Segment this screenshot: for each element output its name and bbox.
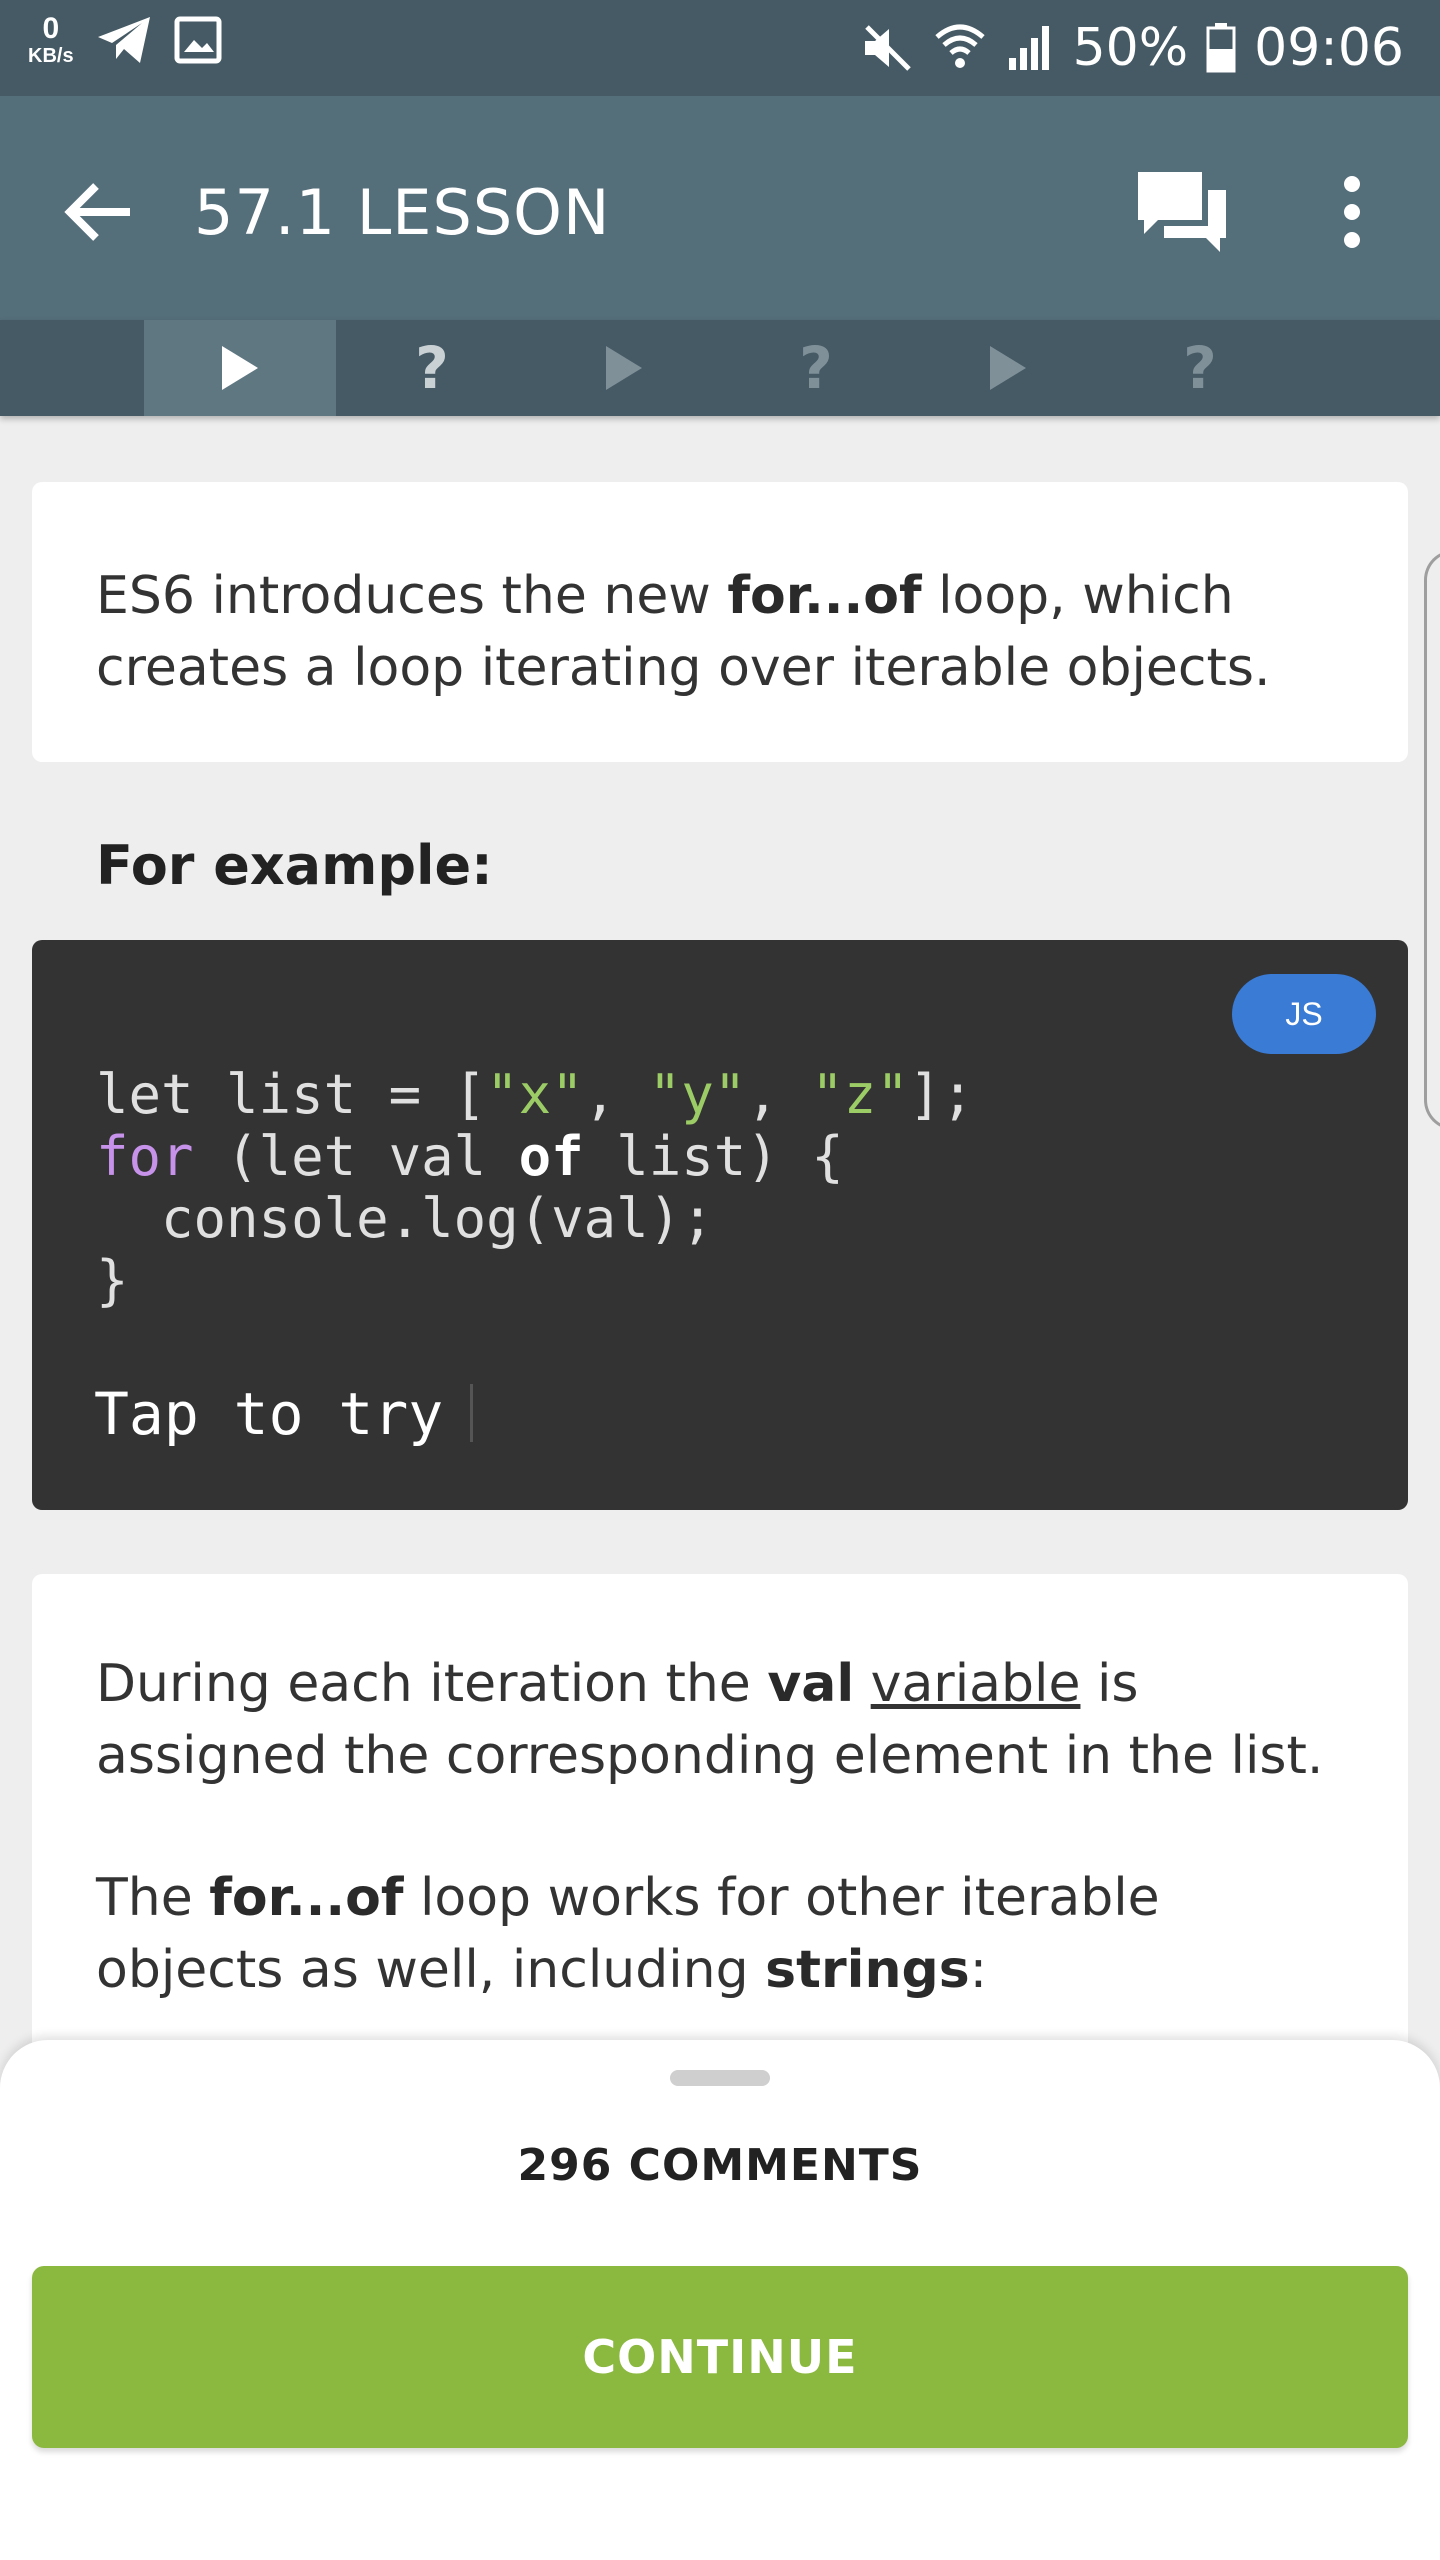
step-quiz-3[interactable]: ? [1104, 320, 1296, 416]
signal-icon [1005, 24, 1055, 72]
play-icon [990, 346, 1026, 390]
step-play-3[interactable] [912, 320, 1104, 416]
comments-button[interactable]: 296 COMMENTS [0, 2140, 1440, 2191]
step-quiz-1[interactable]: ? [336, 320, 528, 416]
play-icon [222, 346, 258, 390]
text-cursor [470, 1384, 473, 1442]
clock: 09:06 [1254, 18, 1404, 78]
side-panel-edge [1424, 550, 1440, 1130]
wifi-icon [933, 23, 987, 73]
telegram-icon [96, 15, 152, 65]
mute-icon [861, 23, 915, 73]
explanation-paragraph-1: During each iteration the val variable i… [96, 1654, 1324, 1786]
language-badge: JS [1232, 974, 1376, 1054]
status-bar: 0 KB/s 50% 09:06 [0, 0, 1440, 96]
battery-percent: 50% [1072, 18, 1189, 78]
continue-button[interactable]: CONTINUE [32, 2266, 1408, 2448]
example-heading: For example: [96, 834, 493, 897]
sheet-drag-handle[interactable] [670, 2070, 770, 2086]
gallery-icon [174, 16, 222, 64]
play-icon [606, 346, 642, 390]
more-options-icon[interactable] [1320, 172, 1384, 252]
step-play-1[interactable] [144, 320, 336, 416]
tap-to-try[interactable]: Tap to try [94, 1380, 443, 1448]
variable-link[interactable]: variable [871, 1654, 1081, 1714]
lesson-steps: ? ? ? [0, 320, 1440, 416]
battery-icon [1206, 23, 1236, 73]
intro-card: ES6 introduces the new for...of loop, wh… [32, 482, 1408, 762]
page-title: 57.1 LESSON [194, 176, 611, 249]
explanation-paragraph-2: The for...of loop works for other iterab… [96, 1868, 1160, 2000]
intro-text: ES6 introduces the new for...of loop, wh… [96, 566, 1271, 698]
network-speed: 0 KB/s [28, 12, 74, 67]
step-quiz-2[interactable]: ? [720, 320, 912, 416]
app-bar: 57.1 LESSON [0, 96, 1440, 320]
code-text: let list = ["x", "y", "z"]; for (let val… [96, 1063, 974, 1312]
discussion-icon[interactable] [1136, 168, 1228, 258]
step-play-2[interactable] [528, 320, 720, 416]
back-arrow-icon[interactable] [60, 174, 136, 250]
